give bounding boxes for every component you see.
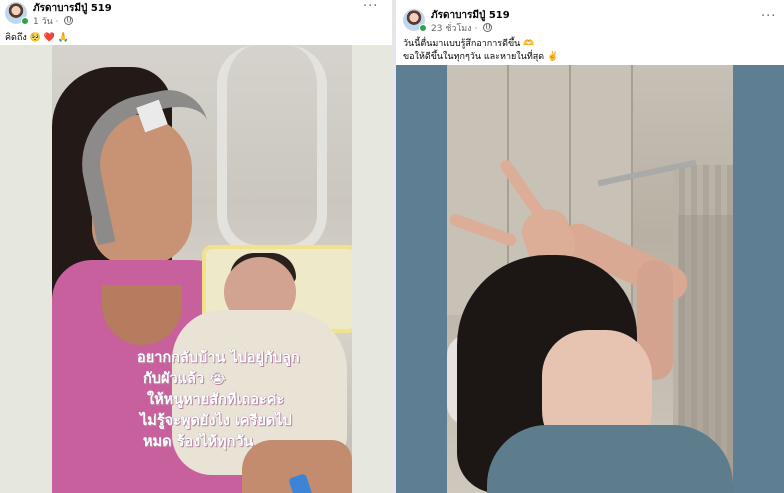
more-options-icon[interactable]: ···	[761, 10, 776, 23]
caption-line-1-text: วันนี้ตื่นมาแบบรู้สึกอาการดีขึ้น	[403, 39, 521, 49]
post-time-text: 1 วัน	[33, 17, 53, 27]
post-caption-line-2: ขอให้ดีขึ้นในทุกๆวัน และหายในที่สุด ✌️	[403, 49, 558, 63]
online-status-dot	[419, 24, 427, 32]
post-left: ภัรดาบารมีปู่ 519 1 วัน · ··· คิดถึง 🥺 ❤…	[0, 0, 392, 493]
post-right: ภัรดาบารมีปู่ 519 23 ชั่วโมง · ··· วันนี…	[396, 0, 784, 493]
globe-icon	[483, 23, 493, 32]
globe-icon	[64, 16, 74, 25]
photo-overlay-text: อยากกลับบ้าน ไปอยู่กับลูก กับผัวแล้ว 😭 ใ…	[137, 348, 342, 453]
caption-text: คิดถึง	[5, 33, 27, 43]
post-time[interactable]: 1 วัน ·	[33, 14, 74, 28]
post-caption-line-1: วันนี้ตื่นมาแบบรู้สึกอาการดีขึ้น 🫶	[403, 36, 534, 50]
overlay-line-4: ไม่รู้จะพูดยังไง เครียดไป	[140, 413, 292, 429]
post-time-text: 23 ชั่วโมง	[431, 24, 472, 34]
online-status-dot	[21, 17, 29, 25]
overlay-line-1: อยากกลับบ้าน ไปอยู่กับลูก	[137, 350, 300, 366]
more-options-icon[interactable]: ···	[363, 0, 378, 13]
caption-emojis: 🥺 ❤️ 🙏	[29, 33, 69, 43]
post-photo[interactable]	[396, 65, 784, 493]
photo-hospital-selfie	[447, 65, 733, 493]
caption-line-1-emoji: 🫶	[523, 39, 535, 49]
post-time[interactable]: 23 ชั่วโมง ·	[431, 21, 493, 35]
caption-line-2-text: ขอให้ดีขึ้นในทุกๆวัน และหายในที่สุด	[403, 52, 545, 62]
post-caption: คิดถึง 🥺 ❤️ 🙏	[5, 30, 69, 44]
overlay-line-2: กับผัวแล้ว 😭	[143, 371, 226, 387]
overlay-line-5: หมด ร้องไห้ทุกวัน	[143, 434, 254, 450]
overlay-line-3: ให้หนูหายสักทีเถอะค่ะ	[147, 392, 285, 408]
photo-mother-and-newborn: อยากกลับบ้าน ไปอยู่กับลูก กับผัวแล้ว 😭 ใ…	[52, 45, 352, 493]
caption-line-2-emoji: ✌️	[546, 52, 559, 62]
post-photo[interactable]: อยากกลับบ้าน ไปอยู่กับลูก กับผัวแล้ว 😭 ใ…	[0, 45, 392, 493]
